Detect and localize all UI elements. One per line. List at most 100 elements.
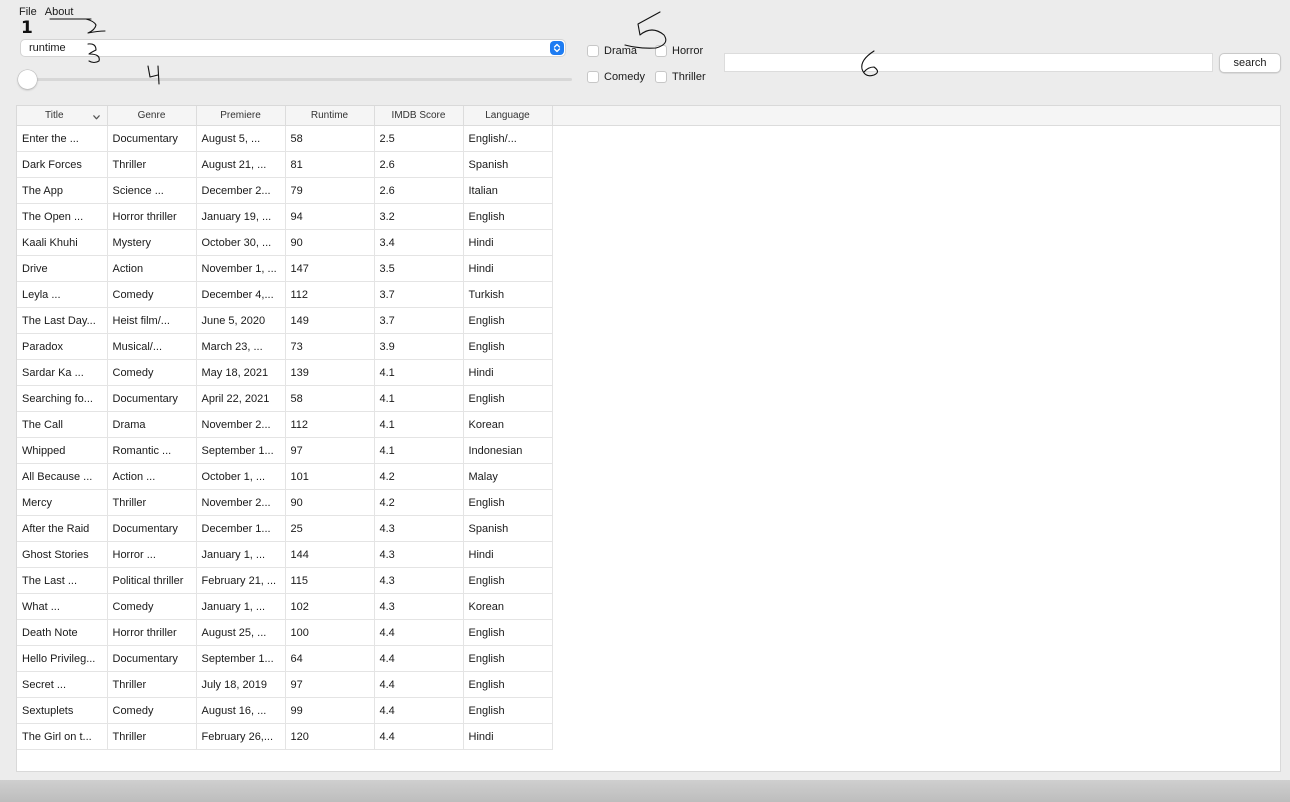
cell-language: English xyxy=(463,619,553,646)
cell-premiere: December 2... xyxy=(196,177,286,204)
cell-premiere: March 23, ... xyxy=(196,333,286,360)
cell-genre: Comedy xyxy=(107,359,197,386)
cell-title: Secret ... xyxy=(17,671,108,698)
horror-checkbox[interactable]: Horror xyxy=(655,45,703,57)
cell-language: English xyxy=(463,567,553,594)
annotation-1: 1 xyxy=(21,18,33,38)
cell-runtime: 97 xyxy=(285,671,375,698)
cell-imdb-score: 4.1 xyxy=(374,437,464,464)
thriller-checkbox-box[interactable] xyxy=(655,71,667,83)
table-row[interactable]: Secret ... Thriller July 18, 2019 97 4.4 Engl… xyxy=(17,671,553,698)
cell-runtime: 139 xyxy=(285,359,375,386)
cell-title: Hello Privileg... xyxy=(17,645,108,672)
column-header-runtime[interactable]: Runtime xyxy=(285,106,375,126)
cell-genre: Musical/... xyxy=(107,333,197,360)
table-row[interactable]: All Because ... Action ... October 1, ... 1… xyxy=(17,463,553,490)
table-row[interactable]: The Last Day... Heist film/... June 5, 202… xyxy=(17,307,553,334)
table-row[interactable]: Leyla ... Comedy December 4,... 112 3.7 Turki… xyxy=(17,281,553,308)
cell-imdb-score: 3.2 xyxy=(374,203,464,230)
table-row[interactable]: Paradox Musical/... March 23, ... 73 3.9 Engl… xyxy=(17,333,553,360)
cell-imdb-score: 3.9 xyxy=(374,333,464,360)
cell-premiere: October 30, ... xyxy=(196,229,286,256)
table-row[interactable]: Dark Forces Thriller August 21, ... 81 2.6 Sp… xyxy=(17,151,553,178)
cell-premiere: September 1... xyxy=(196,645,286,672)
cell-genre: Horror thriller xyxy=(107,203,197,230)
cell-language: Hindi xyxy=(463,723,553,750)
table-row[interactable]: What ... Comedy January 1, ... 102 4.3 Korean xyxy=(17,593,553,620)
horror-label: Horror xyxy=(672,45,704,57)
table-row[interactable]: Mercy Thriller November 2... 90 4.2 English xyxy=(17,489,553,516)
cell-genre: Comedy xyxy=(107,281,197,308)
cell-runtime: 100 xyxy=(285,619,375,646)
cell-imdb-score: 4.1 xyxy=(374,411,464,438)
cell-imdb-score: 3.5 xyxy=(374,255,464,282)
cell-title: Searching fo... xyxy=(17,385,108,412)
table-row[interactable]: Ghost Stories Horror ... January 1, ... 144… xyxy=(17,541,553,568)
cell-genre: Science ... xyxy=(107,177,197,204)
cell-imdb-score: 4.4 xyxy=(374,697,464,724)
table-row[interactable]: Sextuplets Comedy August 16, ... 99 4.4 Engli… xyxy=(17,697,553,724)
cell-runtime: 102 xyxy=(285,593,375,620)
cell-imdb-score: 4.3 xyxy=(374,593,464,620)
column-header-premiere[interactable]: Premiere xyxy=(196,106,286,126)
table-row[interactable]: The Call Drama November 2... 112 4.1 Korean xyxy=(17,411,553,438)
movie-table: Title Genre Premiere Runtime IMDB Score … xyxy=(17,106,553,750)
cell-language: English xyxy=(463,333,553,360)
cell-language: English xyxy=(463,489,553,516)
comedy-checkbox[interactable]: Comedy xyxy=(587,71,645,83)
comedy-checkbox-box[interactable] xyxy=(587,71,599,83)
cell-runtime: 120 xyxy=(285,723,375,750)
cell-runtime: 73 xyxy=(285,333,375,360)
table-row[interactable]: Kaali Khuhi Mystery October 30, ... 90 3.4 Hi… xyxy=(17,229,553,256)
slider-knob[interactable] xyxy=(18,70,37,89)
cell-runtime: 147 xyxy=(285,255,375,282)
runtime-slider[interactable] xyxy=(18,70,572,90)
cell-genre: Thriller xyxy=(107,489,197,516)
column-header-title[interactable]: Title xyxy=(17,106,108,126)
cell-title: What ... xyxy=(17,593,108,620)
table-row[interactable]: Whipped Romantic ... September 1... 97 4.1 In… xyxy=(17,437,553,464)
search-button[interactable]: search xyxy=(1219,53,1281,73)
cell-language: Indonesian xyxy=(463,437,553,464)
column-header-imdb-score[interactable]: IMDB Score xyxy=(374,106,464,126)
table-row[interactable]: The Last ... Political thriller February 2… xyxy=(17,567,553,594)
cell-runtime: 112 xyxy=(285,281,375,308)
cell-imdb-score: 4.3 xyxy=(374,515,464,542)
slider-track[interactable] xyxy=(18,78,572,81)
table-row[interactable]: Searching fo... Documentary April 22, 2021… xyxy=(17,385,553,412)
table-row[interactable]: After the Raid Documentary December 1... 25… xyxy=(17,515,553,542)
cell-runtime: 144 xyxy=(285,541,375,568)
cell-runtime: 101 xyxy=(285,463,375,490)
cell-premiere: June 5, 2020 xyxy=(196,307,286,334)
table-row[interactable]: The Open ... Horror thriller January 19, .… xyxy=(17,203,553,230)
cell-title: Sardar Ka ... xyxy=(17,359,108,386)
cell-title: Paradox xyxy=(17,333,108,360)
table-row[interactable]: Sardar Ka ... Comedy May 18, 2021 139 4.1 Hin… xyxy=(17,359,553,386)
chevron-updown-icon xyxy=(550,41,564,55)
thriller-checkbox[interactable]: Thriller xyxy=(655,71,706,83)
table-row[interactable]: Drive Action November 1, ... 147 3.5 Hindi xyxy=(17,255,553,282)
column-header-language[interactable]: Language xyxy=(463,106,553,126)
drama-checkbox-box[interactable] xyxy=(587,45,599,57)
cell-premiere: December 4,... xyxy=(196,281,286,308)
search-input[interactable] xyxy=(724,53,1213,72)
horror-checkbox-box[interactable] xyxy=(655,45,667,57)
menu-about[interactable]: About xyxy=(45,6,74,18)
menu-file[interactable]: File xyxy=(19,6,37,18)
drama-checkbox[interactable]: Drama xyxy=(587,45,637,57)
cell-language: Hindi xyxy=(463,255,553,282)
table-row[interactable]: Hello Privileg... Documentary September 1.… xyxy=(17,645,553,672)
cell-genre: Comedy xyxy=(107,697,197,724)
table-row[interactable]: Enter the ... Documentary August 5, ... 58 2… xyxy=(17,125,553,152)
movie-table-container[interactable]: Title Genre Premiere Runtime IMDB Score … xyxy=(16,105,1281,772)
sort-select[interactable]: runtime xyxy=(20,39,566,57)
cell-imdb-score: 4.2 xyxy=(374,463,464,490)
cell-imdb-score: 4.4 xyxy=(374,645,464,672)
table-row[interactable]: The Girl on t... Thriller February 26,... 1… xyxy=(17,723,553,750)
table-row[interactable]: Death Note Horror thriller August 25, ... 1… xyxy=(17,619,553,646)
cell-language: English xyxy=(463,645,553,672)
table-row[interactable]: The App Science ... December 2... 79 2.6 Ital… xyxy=(17,177,553,204)
cell-title: All Because ... xyxy=(17,463,108,490)
cell-premiere: January 1, ... xyxy=(196,593,286,620)
column-header-genre[interactable]: Genre xyxy=(107,106,197,126)
